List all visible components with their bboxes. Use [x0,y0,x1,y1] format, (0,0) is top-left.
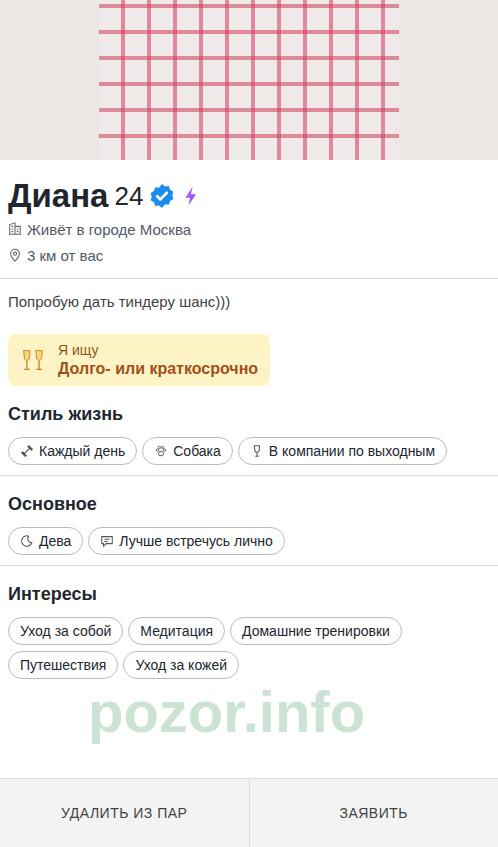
chip-list: Уход за собой Медитация Домашние трениро… [8,617,490,679]
chip-label: В компании по выходным [269,443,435,459]
chip-label: Дева [39,533,71,549]
chip-list: Дева Лучше встречусь лично [8,527,490,555]
divider [0,475,498,476]
looking-for-value: Долго- или краткосрочно [58,360,258,378]
action-button[interactable]: ЗАЯВИТЬ [249,779,498,847]
champagne-icon [18,345,48,375]
chip: Уход за кожей [123,651,239,679]
chip: В компании по выходным [238,437,447,465]
action-bar: УДАЛИТЬ ИЗ ПАРЗАЯВИТЬ [0,778,498,847]
chip: Каждый день [8,437,137,465]
paw-icon [154,444,168,458]
looking-for-label: Я ищу [58,342,258,358]
profile-section: Основное Дева Лучше встречусь лично [0,476,498,555]
chip: Дева [8,527,83,555]
chip-list: Каждый день Собака В компании по выходны… [8,437,490,465]
chip-label: Лучше встречусь лично [119,533,272,549]
watermark: pozor.info [88,678,365,745]
glass-icon [250,444,264,458]
chip: Собака [142,437,233,465]
chat-icon [100,534,114,548]
chip-label: Путешествия [20,657,106,673]
verified-icon [149,183,175,209]
action-button[interactable]: УДАЛИТЬ ИЗ ПАР [0,779,249,847]
looking-for-text: Я ищу Долго- или краткосрочно [58,342,258,378]
chip: Домашние тренировки [230,617,402,645]
chip: Путешествия [8,651,118,679]
profile-age: 24 [114,181,143,212]
distance-row: 3 км от вас [8,242,490,268]
chip: Лучше встречусь лично [88,527,284,555]
chip-label: Собака [173,443,221,459]
location-pin-icon [8,248,22,262]
profile-page: Диана 24 Живёт в городе Москва 3 км от в… [0,0,498,847]
city-row: Живёт в городе Москва [8,216,490,242]
profile-header: Диана 24 Живёт в городе Москва 3 км от в… [0,160,498,268]
building-icon [8,222,22,236]
divider [0,565,498,566]
city-text: Живёт в городе Москва [27,221,191,238]
profile-photo [0,0,498,160]
looking-for-card: Я ищу Долго- или краткосрочно [8,334,270,386]
bio-text: Попробую дать тиндеру шанс))) [0,279,498,310]
profile-section: Стиль жизнь Каждый день Собака В компани… [0,386,498,465]
chip: Уход за собой [8,617,123,645]
moon-icon [20,534,34,548]
photo-jacket [99,0,399,160]
chip-label: Уход за собой [20,623,111,639]
chip-label: Медитация [140,623,213,639]
divider [0,278,498,279]
profile-section: Интересы Уход за собой Медитация Домашни… [0,566,498,679]
name-row: Диана 24 [8,176,490,216]
profile-name: Диана [8,177,108,215]
section-title: Основное [8,494,490,515]
spacer [0,679,498,778]
lightning-icon [181,186,201,206]
section-title: Стиль жизнь [8,404,490,425]
chip-label: Каждый день [39,443,125,459]
dumbbell-icon [20,444,34,458]
distance-text: 3 км от вас [27,247,103,264]
chip-label: Домашние тренировки [242,623,390,639]
chip-label: Уход за кожей [135,657,227,673]
section-title: Интересы [8,584,490,605]
chip: Медитация [128,617,225,645]
